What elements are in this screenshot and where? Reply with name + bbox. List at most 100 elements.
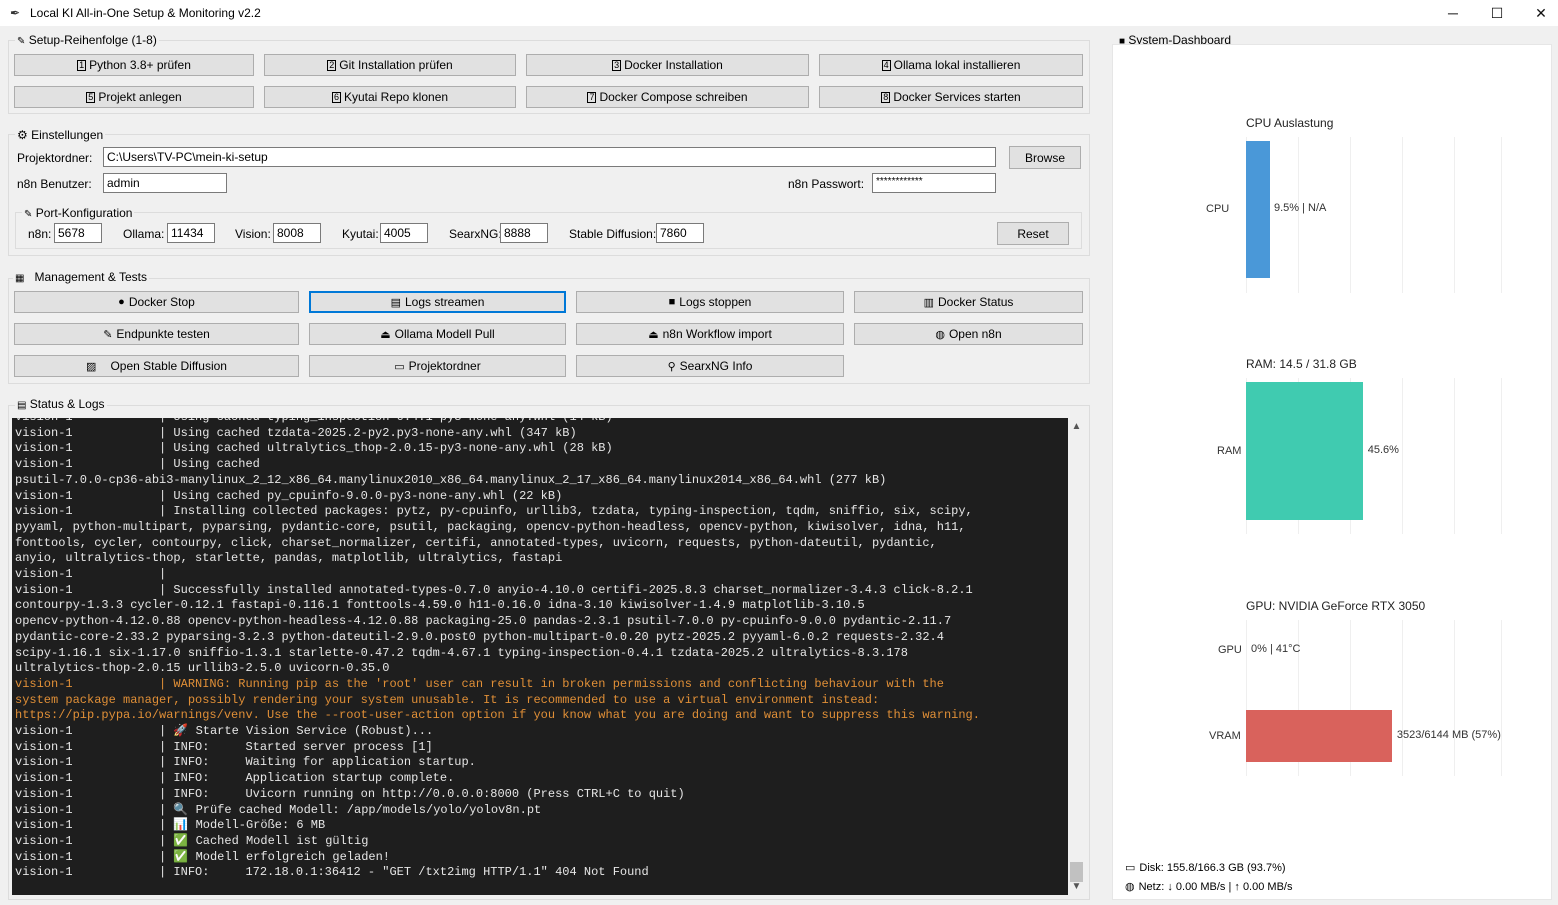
minimize-button[interactable]: ─ <box>1431 0 1475 26</box>
user-field[interactable]: admin <box>103 173 227 193</box>
port-ollama-field[interactable]: 11434 <box>167 223 215 243</box>
log-console[interactable]: vision-1 | Using cached typing_inspectio… <box>12 418 1068 895</box>
port-vision-field[interactable]: 8008 <box>273 223 321 243</box>
document-icon: ▤ <box>17 400 27 411</box>
reset-button[interactable]: Reset <box>997 222 1069 245</box>
upload-icon: ⏏ <box>648 328 659 341</box>
logs-group-title: Status & Logs <box>29 397 105 411</box>
docker-status-button[interactable]: ▥ Docker Status <box>854 291 1083 313</box>
system-dashboard: CPU Auslastung CPU 9.5% | N/A RAM: 14.5 … <box>1112 44 1552 900</box>
cpu-axis-label: CPU <box>1206 203 1230 215</box>
grid-line <box>1298 137 1299 293</box>
log-line: vision-1 | 🔍 Prüfe cached Modell: /app/m… <box>15 802 542 817</box>
searxng-info-button[interactable]: ⚲ SearxNG Info <box>576 355 844 377</box>
port-ollama-label: Ollama: <box>123 227 165 241</box>
port-sd-label: Stable Diffusion: <box>569 227 657 241</box>
cpu-chart-title: CPU Auslastung <box>1246 116 1334 130</box>
log-scrollbar[interactable]: ▲ ▼ <box>1068 418 1085 895</box>
button-label: n8n Workflow import <box>662 327 772 341</box>
log-line: psutil-7.0.0-cp36-abi3-manylinux_2_12_x8… <box>15 472 887 487</box>
setup-group-header: ✎ Setup-Reihenfolge (1-8) <box>15 33 159 47</box>
window-title: Local KI All-in-One Setup & Monitoring v… <box>30 6 261 20</box>
logs-stream-button[interactable]: ▤ Logs streamen <box>309 291 566 313</box>
setup-group-title: Setup-Reihenfolge (1-8) <box>28 33 157 47</box>
step-5-button[interactable]: 5 Projekt anlegen <box>14 86 254 108</box>
close-button[interactable]: ✕ <box>1519 0 1558 26</box>
open-n8n-button[interactable]: ◍ Open n8n <box>854 323 1083 345</box>
step-3-button[interactable]: 3 Docker Installation <box>526 54 809 76</box>
port-kyutai-label: Kyutai: <box>342 227 379 241</box>
management-group-header: ▦ Management & Tests <box>13 270 149 284</box>
wrench-icon: ✎ <box>24 209 33 220</box>
log-line: vision-1 | INFO: Started server process … <box>15 739 433 754</box>
title-bar: ✒ Local KI All-in-One Setup & Monitoring… <box>0 0 1558 26</box>
grid-line <box>1402 137 1403 293</box>
step-label: Ollama lokal installieren <box>893 58 1021 72</box>
step-8-button[interactable]: 8 Docker Services starten <box>819 86 1083 108</box>
grid-line <box>1501 620 1502 776</box>
browse-button[interactable]: Browse <box>1009 146 1081 169</box>
logs-stop-button[interactable]: ■ Logs stoppen <box>576 291 844 313</box>
gpu-value: 0% | 41°C <box>1251 643 1301 655</box>
scroll-up-icon[interactable]: ▲ <box>1068 418 1085 435</box>
log-line: vision-1 | 📊 Modell-Größe: 6 MB <box>15 818 326 833</box>
log-line: vision-1 | Installing collected packages… <box>15 504 973 519</box>
project-folder-field[interactable]: C:\Users\TV-PC\mein-ki-setup <box>103 147 996 167</box>
button-label: Projektordner <box>408 359 481 373</box>
step-number: 7 <box>587 91 597 103</box>
docker-stop-button[interactable]: ● Docker Stop <box>14 291 299 313</box>
port-n8n-label: n8n: <box>28 227 52 241</box>
log-icon: ▤ <box>390 296 401 309</box>
open-stable-diffusion-button[interactable]: ▨ Open Stable Diffusion <box>14 355 299 377</box>
step-number: 5 <box>86 91 96 103</box>
ollama-pull-button[interactable]: ⏏ Ollama Modell Pull <box>309 323 566 345</box>
step-4-button[interactable]: 4 Ollama lokal installieren <box>819 54 1083 76</box>
project-folder-button[interactable]: ▭ Projektordner <box>309 355 566 377</box>
globe-icon: ◍ <box>1125 881 1135 893</box>
log-line: https://pip.pypa.io/warnings/venv. Use t… <box>15 708 980 723</box>
log-line: vision-1 | Using cached py_cpuinfo-9.0.0… <box>15 488 563 503</box>
button-label: Docker Status <box>938 295 1014 309</box>
ram-bar <box>1246 382 1363 520</box>
log-line: anyio, ultralytics-thop, starlette, pand… <box>15 551 563 566</box>
net-text: Netz: ↓ 0.00 MB/s | ↑ 0.00 MB/s <box>1138 880 1293 893</box>
port-n8n-field[interactable]: 5678 <box>54 223 102 243</box>
grid-line <box>1402 378 1403 534</box>
ram-value: 45.6% <box>1367 444 1399 456</box>
step-label: Kyutai Repo klonen <box>343 90 449 104</box>
feather-icon: ✒ <box>10 6 21 20</box>
port-sd-field[interactable]: 7860 <box>656 223 704 243</box>
n8n-workflow-import-button[interactable]: ⏏ n8n Workflow import <box>576 323 844 345</box>
cpu-bar <box>1246 141 1271 278</box>
status-chart-icon: ▥ <box>923 296 935 309</box>
step-7-button[interactable]: 7 Docker Compose schreiben <box>526 86 809 108</box>
ram-axis-label: RAM <box>1217 445 1242 457</box>
disk-icon: ▭ <box>1125 862 1136 874</box>
step-2-button[interactable]: 2 Git Installation prüfen <box>264 54 516 76</box>
grid-icon: ▦ <box>15 273 25 284</box>
log-line: vision-1 | ✅ Modell erfolgreich geladen! <box>15 849 390 864</box>
log-line: opencv-python-4.12.0.88 opencv-python-he… <box>15 614 952 629</box>
stop-circle-icon: ● <box>118 296 125 308</box>
log-line: contourpy-1.3.3 cycler-0.12.1 fastapi-0.… <box>15 598 865 613</box>
maximize-button[interactable]: ☐ <box>1475 0 1519 26</box>
log-line: vision-1 | Successfully installed annota… <box>15 582 973 597</box>
endpoints-test-button[interactable]: ✎ Endpunkte testen <box>14 323 299 345</box>
port-searxng-field[interactable]: 8888 <box>500 223 548 243</box>
step-1-button[interactable]: 1 Python 3.8+ prüfen <box>14 54 254 76</box>
log-line: vision-1 | INFO: Application startup com… <box>15 771 455 786</box>
step-6-button[interactable]: 6 Kyutai Repo klonen <box>264 86 516 108</box>
scroll-down-icon[interactable]: ▼ <box>1068 878 1085 895</box>
search-icon: ⚲ <box>667 360 676 373</box>
password-field[interactable]: ************ <box>872 173 996 193</box>
vram-value: 3523/6144 MB (57%) <box>1396 729 1501 741</box>
stop-square-icon: ■ <box>668 296 676 308</box>
globe-icon: ◍ <box>935 328 945 341</box>
log-line: system package manager, possibly renderi… <box>15 692 880 707</box>
step-label: Docker Compose schreiben <box>599 90 748 104</box>
password-label: n8n Passwort: <box>788 177 865 191</box>
port-kyutai-field[interactable]: 4005 <box>380 223 428 243</box>
log-line: pyyaml, python-multipart, pyparsing, pyd… <box>15 519 966 534</box>
button-label: Endpunkte testen <box>116 327 210 341</box>
grid-line <box>1350 137 1351 293</box>
